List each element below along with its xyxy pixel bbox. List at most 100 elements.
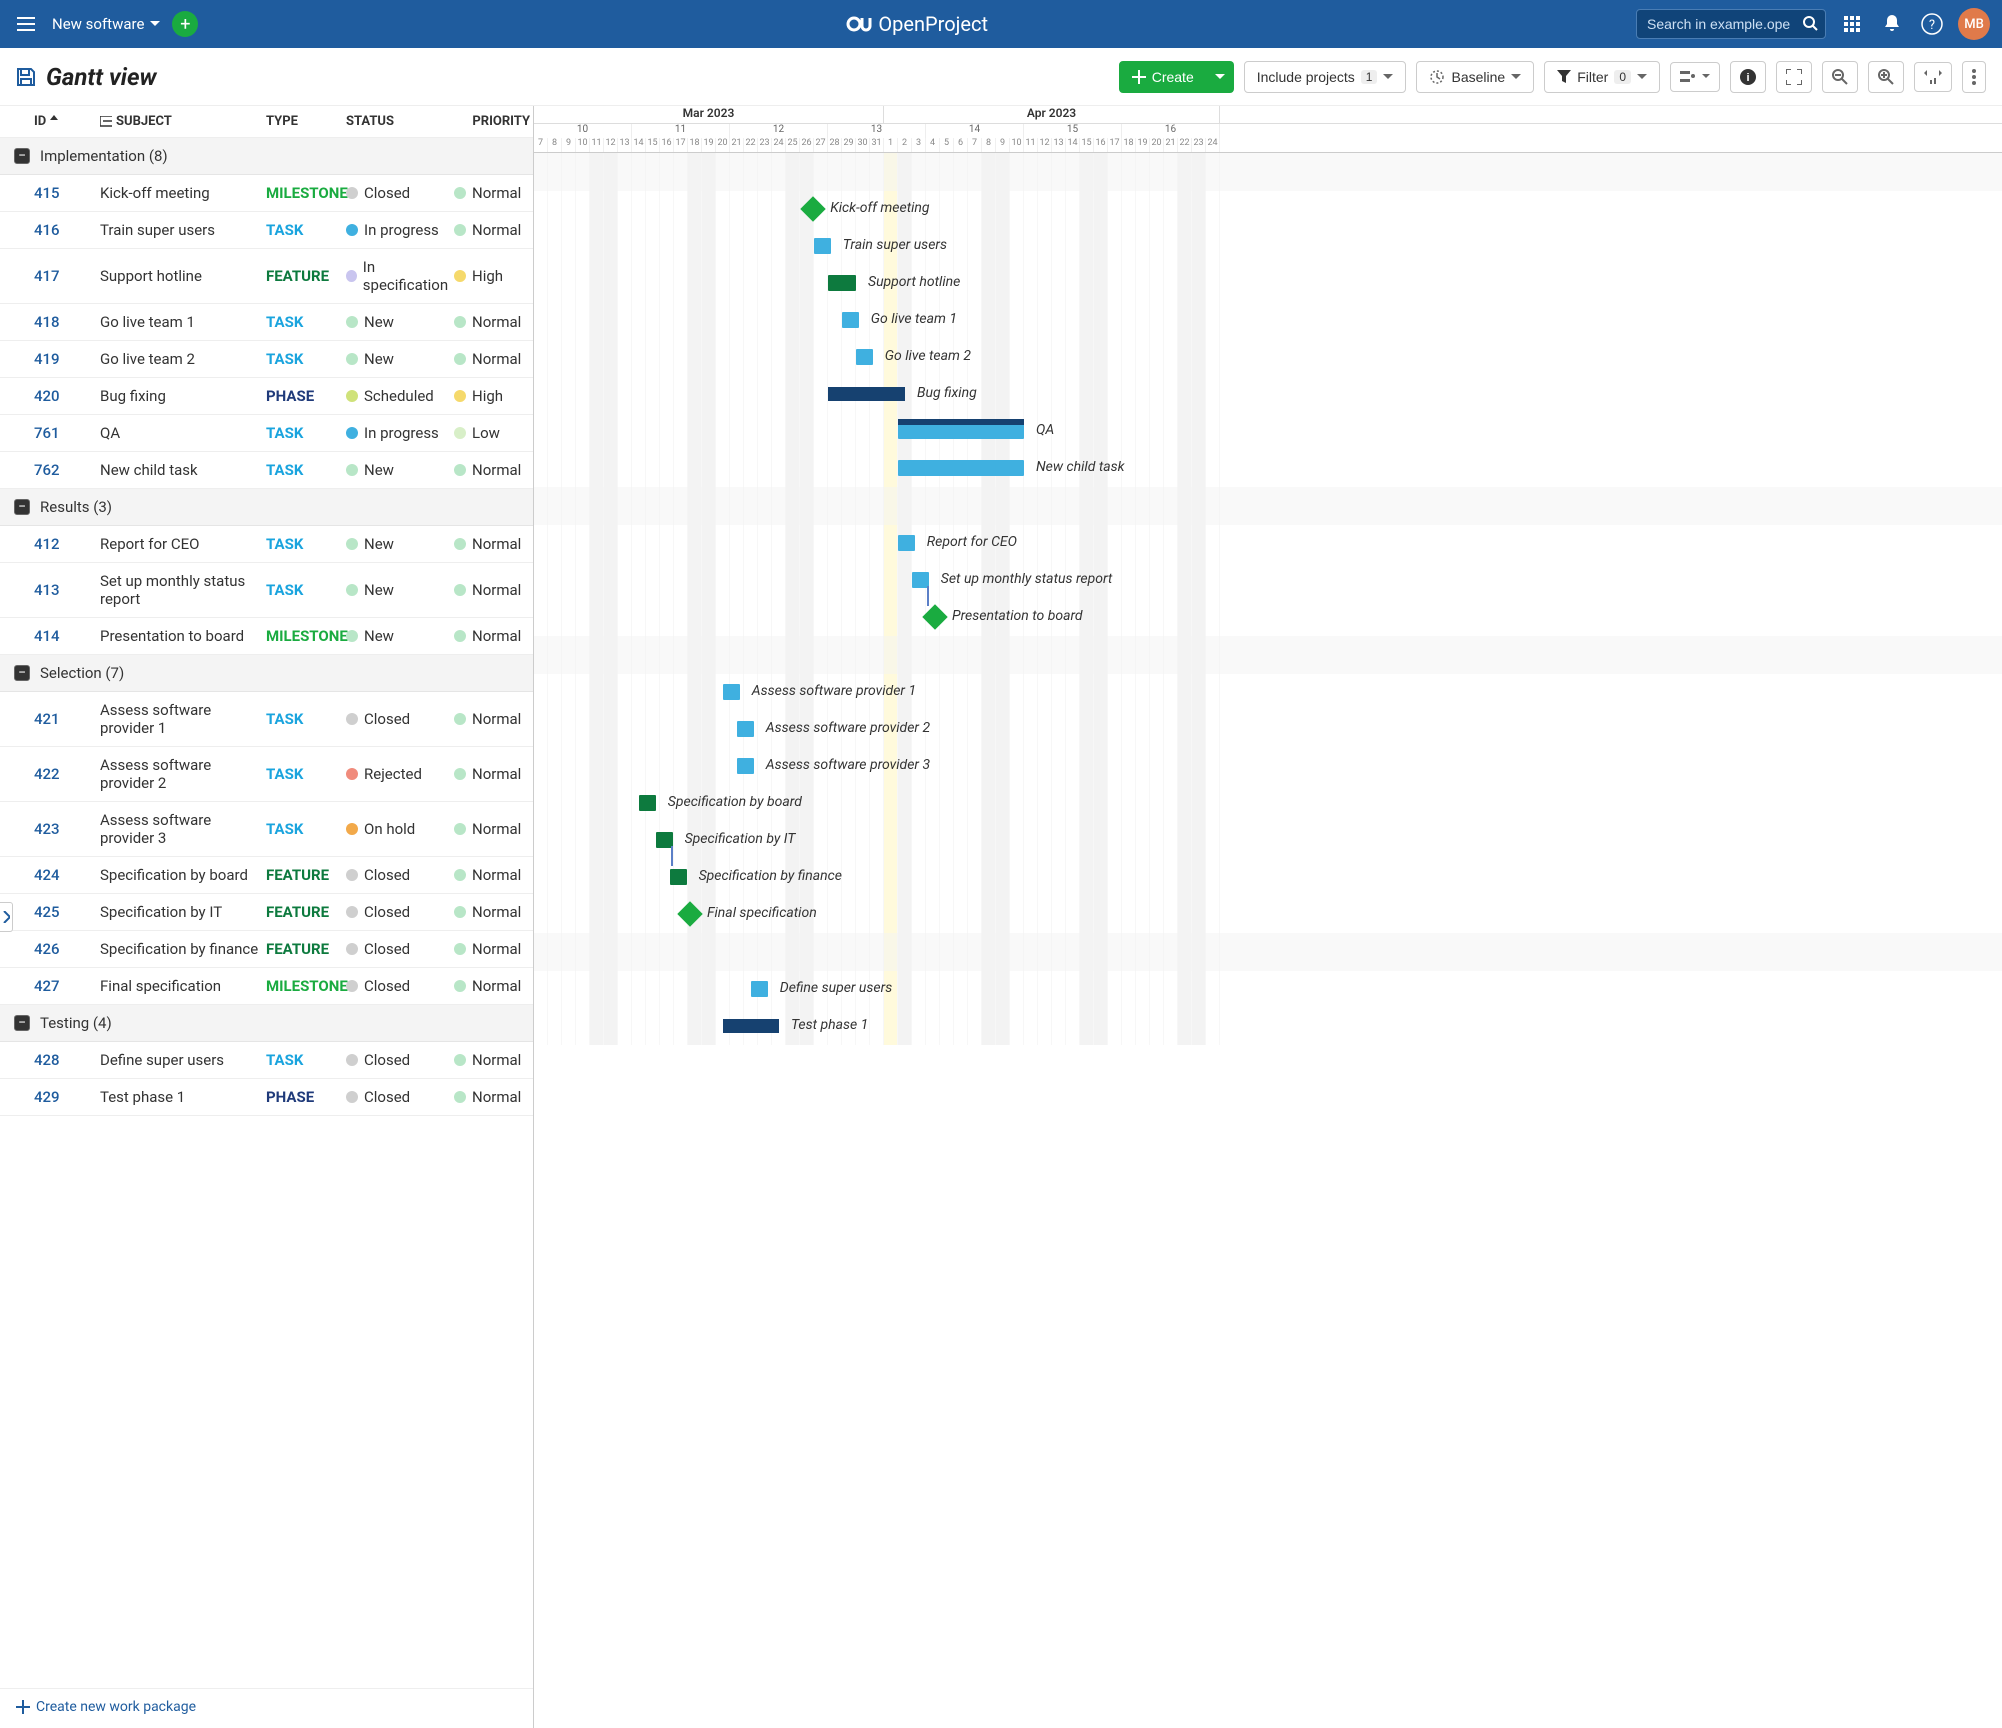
group-row[interactable]: −Results (3) <box>0 489 533 526</box>
wp-id-link[interactable]: 415 <box>34 184 60 202</box>
task-bar[interactable] <box>723 684 740 700</box>
table-row[interactable]: 429Test phase 1PHASEClosedNormal <box>0 1079 533 1116</box>
bell-icon[interactable] <box>1878 15 1906 33</box>
task-bar[interactable] <box>639 795 656 811</box>
table-row[interactable]: 417Support hotlineFEATUREIn specificatio… <box>0 249 533 304</box>
table-row[interactable]: 420Bug fixingPHASEScheduledHigh <box>0 378 533 415</box>
hamburger-icon[interactable] <box>12 17 40 31</box>
task-bar[interactable] <box>751 981 768 997</box>
group-row[interactable]: −Selection (7) <box>0 655 533 692</box>
zoom-out-button[interactable] <box>1822 61 1858 93</box>
group-row[interactable]: −Implementation (8) <box>0 138 533 175</box>
gantt-row[interactable]: QA <box>534 413 2002 450</box>
gantt-row[interactable]: Presentation to board <box>534 599 2002 636</box>
wp-id-link[interactable]: 422 <box>34 765 60 783</box>
wp-id-link[interactable]: 429 <box>34 1088 60 1106</box>
task-bar[interactable] <box>670 869 687 885</box>
gantt-row[interactable]: Go live team 2 <box>534 339 2002 376</box>
task-bar[interactable] <box>898 535 915 551</box>
create-dropdown[interactable] <box>1207 61 1234 93</box>
table-row[interactable]: 414Presentation to boardMILESTONENewNorm… <box>0 618 533 655</box>
gantt-row[interactable]: Test phase 1 <box>534 1008 2002 1045</box>
table-row[interactable]: 419Go live team 2TASKNewNormal <box>0 341 533 378</box>
table-row[interactable]: 424Specification by boardFEATUREClosedNo… <box>0 857 533 894</box>
task-bar[interactable] <box>898 423 1024 439</box>
wp-id-link[interactable]: 425 <box>34 903 60 921</box>
project-selector[interactable]: New software <box>52 15 160 33</box>
gantt-row[interactable]: Assess software provider 1 <box>534 674 2002 711</box>
table-row[interactable]: 761QATASKIn progressLow <box>0 415 533 452</box>
milestone-diamond[interactable] <box>677 901 702 926</box>
task-bar[interactable] <box>828 275 856 291</box>
phase-bar[interactable] <box>828 387 905 401</box>
collapse-icon[interactable]: − <box>14 148 30 164</box>
table-row[interactable]: 427Final specificationMILESTONEClosedNor… <box>0 968 533 1005</box>
zoom-in-button[interactable] <box>1868 61 1904 93</box>
table-row[interactable]: 422Assess software provider 2TASKRejecte… <box>0 747 533 802</box>
wp-id-link[interactable]: 424 <box>34 866 60 884</box>
wp-id-link[interactable]: 423 <box>34 820 60 838</box>
search-input[interactable] <box>1636 9 1826 39</box>
col-id[interactable]: ID <box>0 114 100 129</box>
gantt-row[interactable]: Final specification <box>534 896 2002 933</box>
collapse-icon[interactable]: − <box>14 499 30 515</box>
gantt-row[interactable]: Kick-off meeting <box>534 191 2002 228</box>
col-subject[interactable]: SUBJECT <box>100 114 266 129</box>
wp-id-link[interactable]: 426 <box>34 940 60 958</box>
wp-id-link[interactable]: 427 <box>34 977 60 995</box>
gantt-row[interactable]: Define super users <box>534 971 2002 1008</box>
view-title[interactable]: Gantt view <box>46 63 157 91</box>
table-row[interactable]: 423Assess software provider 3TASKOn hold… <box>0 802 533 857</box>
wp-id-link[interactable]: 761 <box>34 424 60 442</box>
task-bar[interactable] <box>842 312 859 328</box>
help-icon[interactable]: ? <box>1918 13 1946 35</box>
collapse-icon[interactable]: − <box>14 665 30 681</box>
gantt-row[interactable]: New child task <box>534 450 2002 487</box>
more-button[interactable] <box>1962 61 1986 93</box>
wp-id-link[interactable]: 412 <box>34 535 60 553</box>
col-status[interactable]: STATUS <box>346 114 454 129</box>
task-bar[interactable] <box>898 460 1024 476</box>
settings-button[interactable] <box>1670 62 1720 92</box>
gantt-row[interactable]: Assess software provider 3 <box>534 748 2002 785</box>
col-priority[interactable]: PRIORITY <box>454 114 530 129</box>
gantt-row[interactable]: Assess software provider 2 <box>534 711 2002 748</box>
wp-id-link[interactable]: 416 <box>34 221 60 239</box>
phase-bar[interactable] <box>723 1019 779 1033</box>
table-row[interactable]: 421Assess software provider 1TASKClosedN… <box>0 692 533 747</box>
gantt-row[interactable]: Go live team 1 <box>534 302 2002 339</box>
task-bar[interactable] <box>856 349 873 365</box>
table-row[interactable]: 413Set up monthly status reportTASKNewNo… <box>0 563 533 618</box>
task-bar[interactable] <box>814 238 831 254</box>
expand-sidebar-button[interactable] <box>0 902 13 932</box>
zoom-fit-button[interactable] <box>1914 62 1952 92</box>
table-row[interactable]: 425Specification by ITFEATUREClosedNorma… <box>0 894 533 931</box>
wp-id-link[interactable]: 414 <box>34 627 60 645</box>
task-bar[interactable] <box>737 758 754 774</box>
table-row[interactable]: 428Define super usersTASKClosedNormal <box>0 1042 533 1079</box>
gantt-row[interactable]: Specification by finance <box>534 859 2002 896</box>
gantt-row[interactable]: Support hotline <box>534 265 2002 302</box>
create-wp-link[interactable]: Create new work package <box>16 1699 196 1715</box>
table-row[interactable]: 426Specification by financeFEATUREClosed… <box>0 931 533 968</box>
wp-id-link[interactable]: 428 <box>34 1051 60 1069</box>
add-project-button[interactable]: + <box>172 11 198 37</box>
gantt-row[interactable]: Bug fixing <box>534 376 2002 413</box>
col-type[interactable]: TYPE <box>266 114 346 129</box>
avatar[interactable]: MB <box>1958 8 1990 40</box>
collapse-icon[interactable]: − <box>14 1015 30 1031</box>
gantt-row[interactable]: Specification by IT <box>534 822 2002 859</box>
gantt-row[interactable]: Train super users <box>534 228 2002 265</box>
table-row[interactable]: 762New child taskTASKNewNormal <box>0 452 533 489</box>
wp-id-link[interactable]: 419 <box>34 350 60 368</box>
wp-id-link[interactable]: 417 <box>34 267 60 285</box>
create-button[interactable]: Create <box>1119 61 1207 93</box>
global-search[interactable] <box>1636 9 1826 39</box>
table-row[interactable]: 416Train super usersTASKIn progressNorma… <box>0 212 533 249</box>
task-bar[interactable] <box>737 721 754 737</box>
table-row[interactable]: 418Go live team 1TASKNewNormal <box>0 304 533 341</box>
milestone-diamond[interactable] <box>922 604 947 629</box>
table-row[interactable]: 412Report for CEOTASKNewNormal <box>0 526 533 563</box>
gantt-row[interactable]: Report for CEO <box>534 525 2002 562</box>
wp-id-link[interactable]: 762 <box>34 461 60 479</box>
